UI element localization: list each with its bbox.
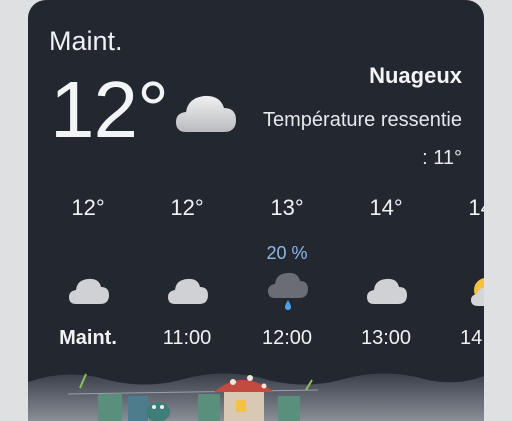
cloud-icon bbox=[367, 278, 407, 304]
hour-temperature: 12° bbox=[170, 195, 204, 220]
hour-time: 11:00 bbox=[162, 327, 212, 349]
hour-time: 14:00 bbox=[459, 327, 484, 349]
hour-temperature: 14° bbox=[369, 195, 403, 220]
feels-like-text: Température ressentie : 11° bbox=[263, 109, 462, 169]
hour-time: Maint. bbox=[59, 327, 117, 349]
cloud-icon bbox=[176, 95, 236, 132]
precipitation-chance: 20 % bbox=[266, 243, 308, 263]
current-temperature: 12° bbox=[50, 65, 169, 154]
decorative-landscape-illustration bbox=[28, 373, 484, 421]
hour-time: 13:00 bbox=[360, 327, 412, 349]
hour-temperature: 12° bbox=[71, 195, 105, 220]
now-label: Maint. bbox=[49, 26, 123, 56]
cloud-icon bbox=[69, 278, 109, 304]
hour-temperature: 13° bbox=[270, 195, 304, 220]
window-edge bbox=[484, 0, 512, 421]
condition-text: Nuageux bbox=[369, 63, 462, 88]
cloud-icon bbox=[168, 278, 208, 304]
hour-time: 12:00 bbox=[261, 327, 313, 349]
partly-sunny-icon bbox=[471, 278, 484, 306]
hour-temperature: 14° bbox=[468, 195, 484, 220]
rain-cloud-icon bbox=[268, 272, 308, 310]
weather-card[interactable]: Maint. 12° Nuageux Température ressentie… bbox=[28, 0, 484, 421]
